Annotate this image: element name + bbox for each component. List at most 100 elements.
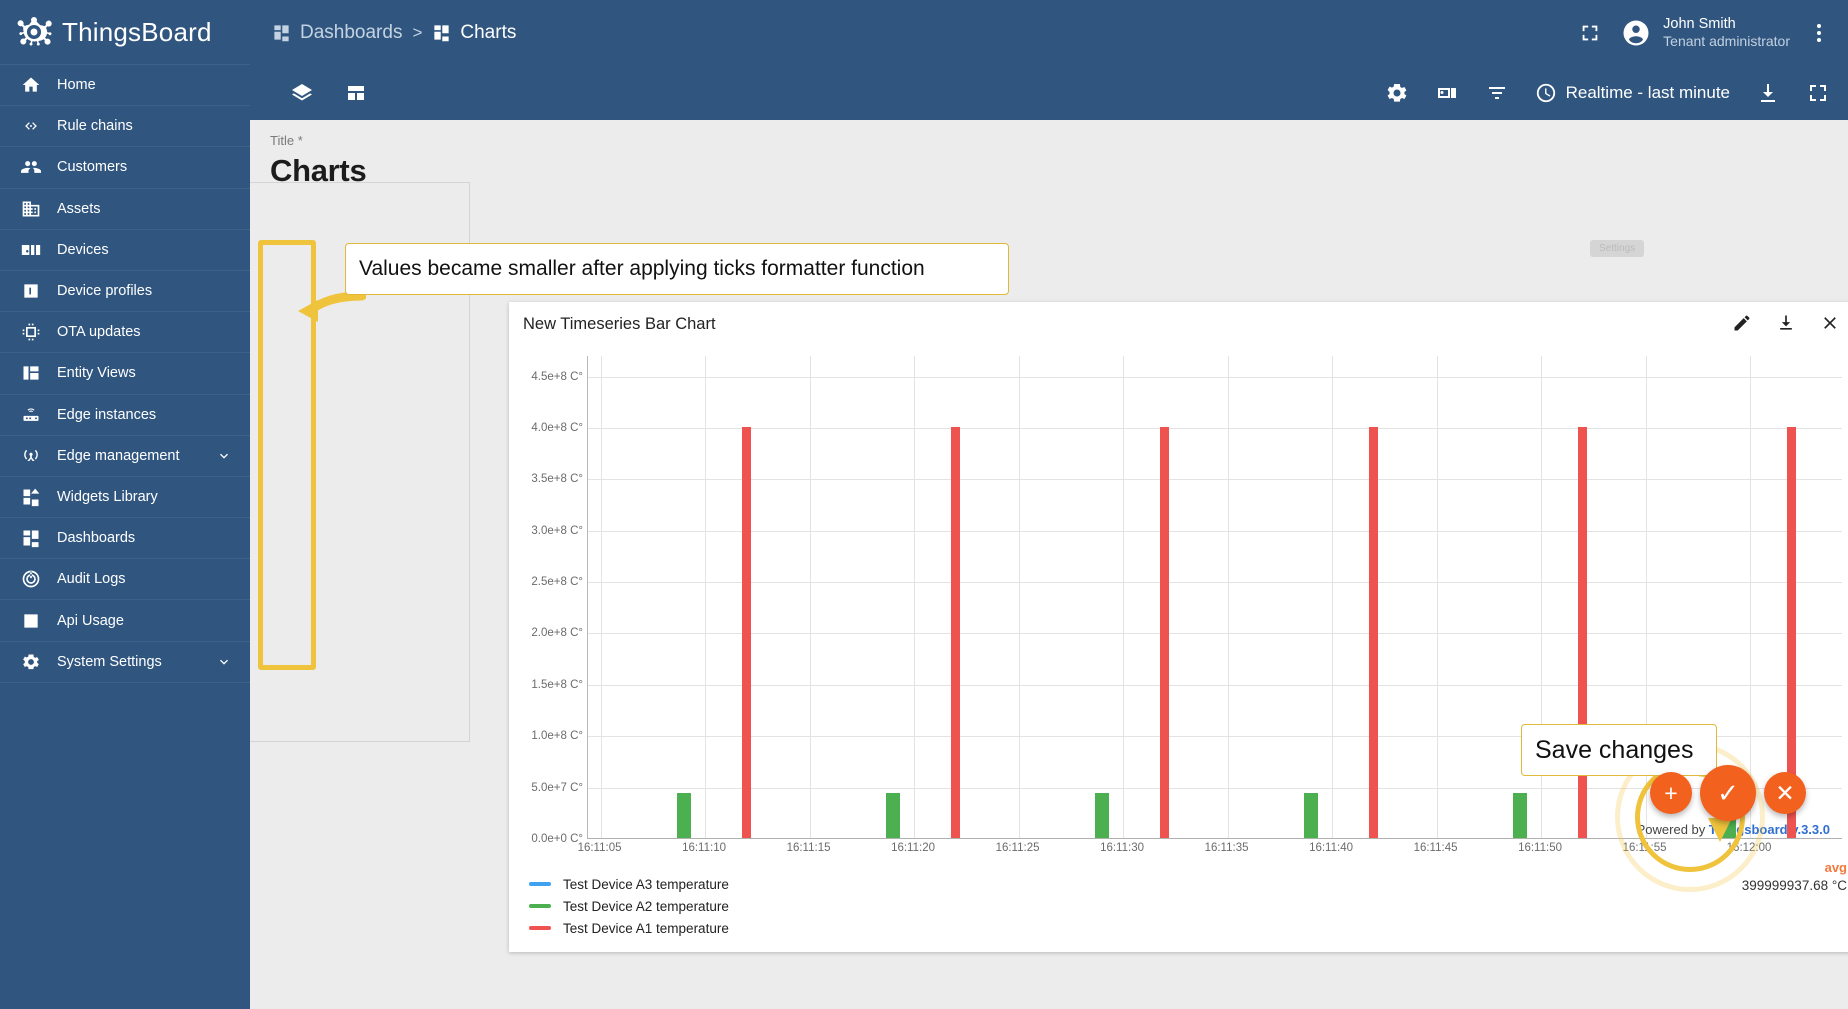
sidebar-item-dashboards[interactable]: Dashboards (0, 518, 250, 560)
sidebar-item-label: Device profiles (57, 283, 153, 300)
sidebar-item-rule-chains[interactable]: Rule chains (0, 106, 250, 148)
breadcrumb-item-charts[interactable]: Charts (432, 22, 516, 44)
legend-item[interactable]: Test Device A2 temperature (529, 897, 729, 915)
breadcrumb: Dashboards > Charts (272, 22, 516, 44)
chevron-down-icon[interactable] (216, 654, 232, 670)
gridline-vertical (705, 356, 707, 838)
layers-icon[interactable] (290, 81, 314, 105)
check-icon: ✓ (1717, 777, 1739, 808)
dashboard-toolbar-right: Realtime - last minute (1385, 81, 1830, 105)
sidebar-item-assets[interactable]: Assets (0, 189, 250, 230)
sidebar-item-entity-views[interactable]: Entity Views (0, 353, 250, 395)
edge-management-icon (20, 445, 42, 467)
chart-bar[interactable] (886, 792, 901, 838)
gridline-vertical (1436, 356, 1438, 838)
x-axis-tick-label: 16:11:25 (995, 842, 1040, 854)
y-axis-tick-label: 5.0e+7 C° (531, 781, 583, 794)
gridline-vertical (1123, 356, 1125, 838)
chart-bar[interactable] (1369, 426, 1379, 838)
y-axis-tick-label: 1.5e+8 C° (531, 678, 583, 691)
page-title[interactable]: Charts (270, 153, 1848, 189)
y-axis-highlight-box (258, 240, 316, 670)
gear-icon[interactable] (1385, 81, 1409, 105)
audit-logs-icon (20, 568, 42, 590)
breadcrumb-item-dashboards[interactable]: Dashboards (272, 22, 402, 44)
timewindow-label: Realtime - last minute (1565, 82, 1730, 102)
chart-bar[interactable] (1304, 792, 1319, 838)
sidebar-item-widgets-library[interactable]: Widgets Library (0, 477, 250, 519)
sidebar-item-label: System Settings (57, 653, 162, 670)
callout-ticks-text: Values became smaller after applying tic… (359, 257, 925, 280)
cancel-changes-button[interactable]: ✕ (1764, 772, 1806, 814)
x-axis: 16:11:05 16:11:10 16:11:15 16:11:20 16:11:25… (578, 842, 1842, 862)
y-axis-tick-label: 2.5e+8 C° (531, 576, 583, 589)
assets-icon (20, 198, 42, 220)
filter-icon[interactable] (1485, 81, 1509, 105)
chart-bar[interactable] (742, 426, 752, 838)
sidebar-item-customers[interactable]: Customers (0, 147, 250, 189)
y-axis-tick-label: 1.0e+8 C° (531, 730, 583, 743)
chart-bar[interactable] (677, 792, 692, 838)
brand-logo-area[interactable]: ThingsBoard (0, 0, 250, 65)
rule-chains-icon (20, 115, 42, 137)
sidebar-item-label: Audit Logs (57, 571, 126, 588)
gear-icon (20, 651, 42, 673)
main-area: Dashboards > Charts John Smith Tenant ad… (250, 0, 1848, 1009)
plus-icon: + (1664, 779, 1678, 806)
chart-bar[interactable] (1578, 426, 1588, 838)
gridline-vertical (1227, 356, 1229, 838)
sidebar-item-label: Entity Views (57, 365, 136, 382)
sidebar-item-audit-logs[interactable]: Audit Logs (0, 559, 250, 601)
dashboard-layout-icon[interactable] (344, 81, 368, 105)
sidebar-item-devices[interactable]: Devices (0, 230, 250, 271)
x-axis-tick-label: 16:11:55 (1622, 842, 1667, 854)
download-icon[interactable] (1776, 313, 1798, 335)
kebab-menu-icon[interactable] (1808, 20, 1830, 46)
legend-item[interactable]: Test Device A3 temperature (529, 875, 729, 893)
breadcrumb-label: Dashboards (300, 21, 403, 43)
breadcrumb-separator: > (412, 22, 423, 42)
sidebar-item-label: Assets (57, 200, 101, 217)
sidebar-item-edge-management[interactable]: Edge management (0, 436, 250, 477)
fullscreen-icon[interactable] (1806, 81, 1830, 105)
chart-bar[interactable] (1513, 792, 1528, 838)
apply-changes-button[interactable]: ✓ (1700, 765, 1756, 821)
gridline-horizontal (588, 427, 1842, 429)
device-group-icon[interactable] (1435, 81, 1459, 105)
add-widget-button[interactable]: + (1650, 772, 1692, 814)
sidebar-item-home[interactable]: Home (0, 65, 250, 107)
chart-bar[interactable] (1095, 792, 1110, 838)
chart-bar[interactable] (1160, 426, 1170, 838)
sidebar-item-system-settings[interactable]: System Settings (0, 642, 250, 683)
gridline-horizontal (588, 684, 1842, 686)
timewindow-selector[interactable]: Realtime - last minute (1535, 82, 1730, 104)
y-axis: 0.0e+0 C° 5.0e+7 C° 1.0e+8 C° 1.5e+8 C° 2.0e… (523, 356, 583, 845)
sidebar-item-edge-instances[interactable]: Edge instances (0, 395, 250, 436)
title-field-label: Title * (270, 133, 303, 148)
user-name: John Smith (1663, 15, 1736, 32)
sidebar-item-label: Dashboards (57, 530, 136, 547)
sidebar-item-ota-updates[interactable]: OTA updates (0, 312, 250, 354)
top-toolbar: Dashboards > Charts John Smith Tenant ad… (250, 0, 1848, 65)
gridline-vertical (914, 356, 916, 838)
user-menu[interactable]: John Smith Tenant administrator (1621, 15, 1790, 51)
legend-item[interactable]: Test Device A1 temperature (529, 919, 729, 937)
devices-icon (20, 239, 42, 261)
legend-color-swatch (529, 926, 551, 930)
chart-bar[interactable] (951, 426, 961, 838)
chevron-down-icon[interactable] (216, 448, 232, 464)
download-icon[interactable] (1756, 81, 1780, 105)
sidebar-item-device-profiles[interactable]: Device profiles (0, 271, 250, 313)
powered-prefix: Powered by (1636, 822, 1709, 837)
x-axis-tick-label: 16:11:50 (1518, 842, 1562, 854)
sidebar-item-api-usage[interactable]: Api Usage (0, 600, 250, 642)
fullscreen-icon[interactable] (1577, 20, 1603, 46)
edge-instances-icon (20, 404, 42, 426)
x-axis-tick-label: 16:11:10 (682, 842, 726, 854)
gridline-horizontal (588, 376, 1842, 378)
dashboard-toolbar: Realtime - last minute (250, 65, 1848, 120)
close-icon[interactable] (1820, 313, 1842, 335)
pencil-icon[interactable] (1732, 313, 1754, 335)
gridline-vertical (1332, 356, 1334, 838)
topbar-right-group: John Smith Tenant administrator (1577, 15, 1830, 51)
